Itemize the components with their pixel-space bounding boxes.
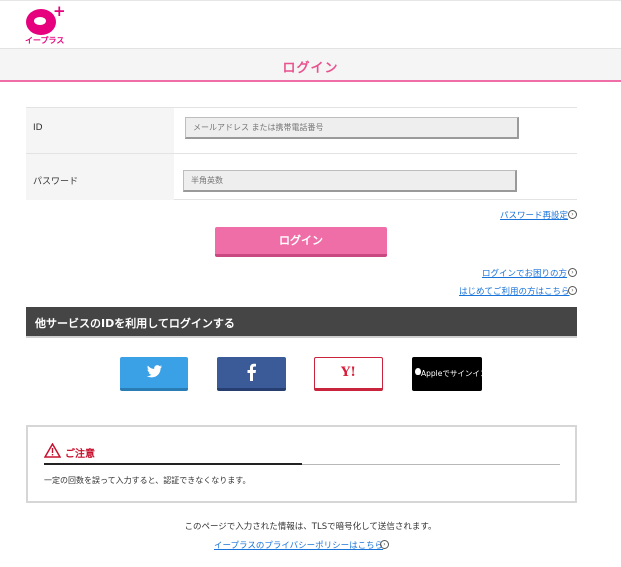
chevron-circle-icon [568, 268, 577, 277]
password-label-cell: パスワード [26, 154, 174, 200]
warning-icon [44, 443, 61, 458]
id-label-cell: ID [26, 108, 174, 153]
facebook-login-button[interactable] [217, 357, 286, 391]
apple-signin-button[interactable]: Appleでサインイン [412, 357, 487, 391]
notice-text: 一定の回数を誤って入力すると、認証できなくなります。 [44, 476, 251, 485]
tls-notice: このページで入力された情報は、TLSで暗号化して送信されます。 [184, 522, 437, 532]
site-header: + イープラス [0, 0, 621, 48]
login-trouble-link[interactable]: ログインでお困りの方 [482, 267, 567, 279]
password-label: パスワード [33, 177, 79, 187]
yahoo-login-button[interactable]: Y! [314, 357, 383, 391]
chevron-circle-icon [568, 286, 577, 295]
password-input[interactable] [183, 170, 517, 192]
twitter-bird-icon [146, 365, 163, 378]
first-time-link[interactable]: はじめてご利用の方はこちら [459, 285, 570, 297]
login-form: ID パスワード [26, 107, 577, 200]
yahoo-logo: Y! [341, 365, 356, 380]
apple-signin-label: Appleでサインイン [421, 369, 488, 378]
logo-e-mark [26, 9, 56, 35]
login-button[interactable]: ログイン [215, 227, 387, 257]
sns-login-heading: 他サービスのIDを利用してログインする [35, 317, 235, 330]
eplus-logo[interactable]: + イープラス [22, 2, 72, 46]
sns-login-heading-bar: 他サービスのIDを利用してログインする [26, 307, 577, 338]
id-label: ID [33, 123, 43, 133]
page-title: ログイン [282, 61, 339, 76]
notice-box: ご注意 一定の回数を誤って入力すると、認証できなくなります。 [26, 425, 577, 503]
twitter-login-button[interactable] [120, 357, 188, 391]
id-input[interactable] [185, 117, 519, 139]
divider [44, 463, 560, 465]
password-reset-link[interactable]: パスワード再設定 [500, 209, 568, 221]
facebook-f-icon [247, 363, 256, 381]
logo-plus-mark: + [53, 2, 66, 20]
logo-text: イープラス [25, 36, 65, 45]
chevron-circle-icon [380, 540, 389, 549]
privacy-policy-link[interactable]: イープラスのプライバシーポリシーはこちら [214, 539, 383, 551]
chevron-circle-icon [568, 210, 577, 219]
notice-title: ご注意 [65, 449, 95, 460]
page-title-bar: ログイン [0, 48, 621, 82]
